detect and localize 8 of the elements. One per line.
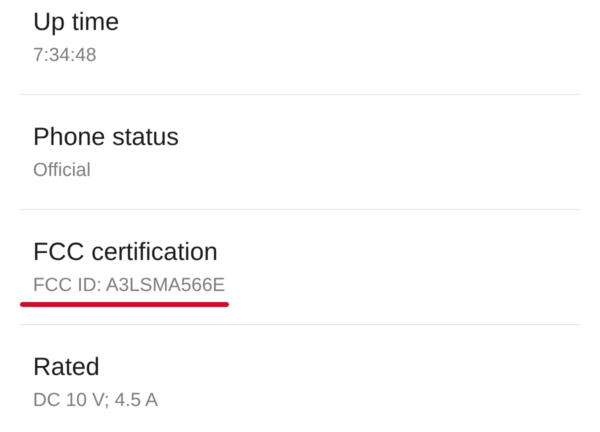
setting-title: FCC certification — [33, 237, 219, 268]
setting-title: Rated — [33, 352, 101, 383]
setting-title: Up time — [33, 7, 120, 38]
setting-value: FCC ID: A3LSMA566E — [33, 274, 226, 298]
setting-value: DC 10 V; 4.5 A — [33, 389, 158, 413]
setting-value: Official — [33, 159, 91, 183]
setting-value: 7:34:48 — [33, 44, 96, 68]
setting-title: Phone status — [33, 122, 180, 153]
